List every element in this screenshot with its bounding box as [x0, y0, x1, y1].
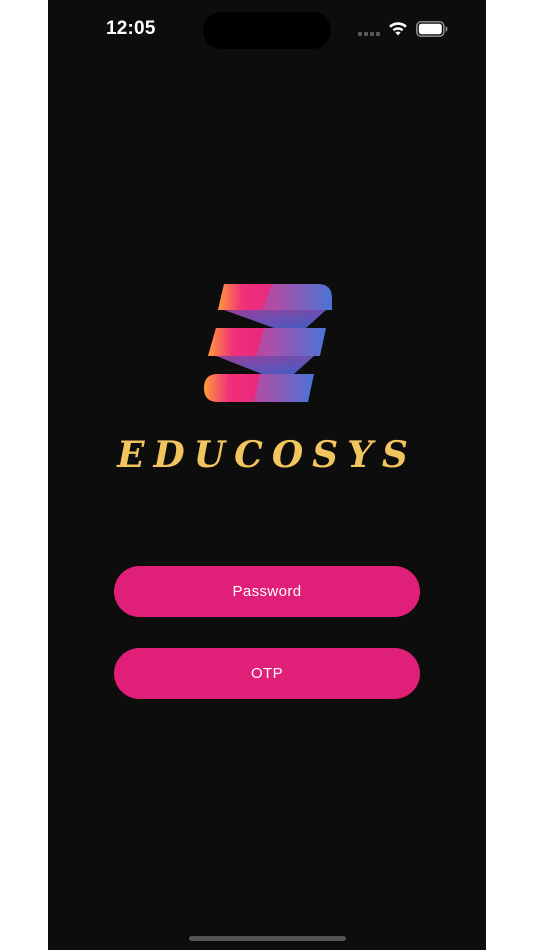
password-login-button[interactable]: Password — [114, 566, 420, 617]
home-indicator[interactable] — [189, 936, 346, 941]
educosys-logo-icon — [204, 284, 332, 402]
otp-login-button[interactable]: OTP — [114, 648, 420, 699]
brand-name: EDUCOSYS — [117, 434, 417, 476]
battery-icon — [416, 21, 448, 37]
dynamic-island — [203, 12, 331, 49]
wifi-icon — [389, 22, 407, 36]
status-time: 12:05 — [106, 18, 156, 39]
cellular-signal-icon — [358, 30, 382, 36]
app-screen: 12:05 EDUCOSYS Password OTP — [48, 0, 486, 950]
